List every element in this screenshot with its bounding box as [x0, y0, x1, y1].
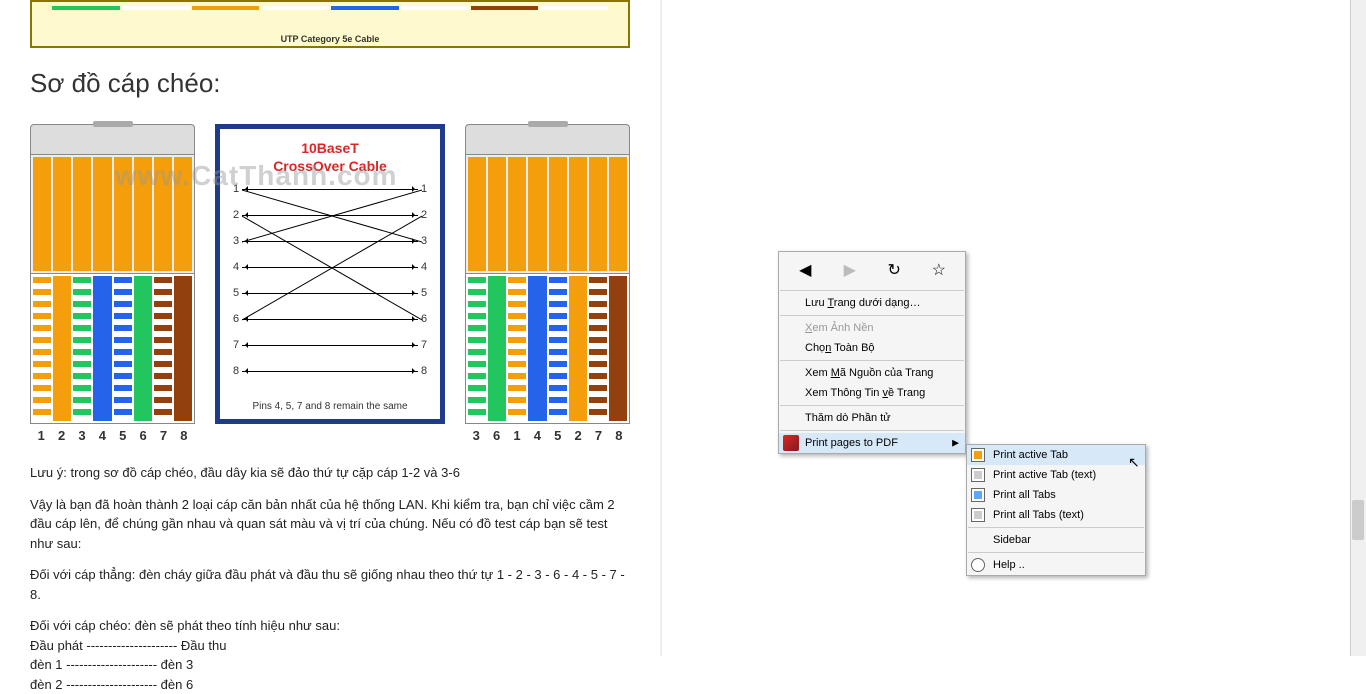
- nav-back-icon[interactable]: ◀: [783, 258, 828, 282]
- menu-select-all[interactable]: Chọn Toàn Bộ: [779, 338, 965, 358]
- book-icon: [783, 435, 799, 451]
- page-text-icon: [971, 468, 985, 482]
- menu-view-info[interactable]: Xem Thông Tin về Trang: [779, 383, 965, 403]
- submenu-print-all-tabs-text[interactable]: Print all Tabs (text): [967, 505, 1145, 525]
- print-pdf-submenu: Print active Tab Print active Tab (text)…: [966, 444, 1146, 576]
- mouse-cursor-icon: ↖: [1128, 454, 1140, 471]
- crossover-diagram-row: 12345678 10BaseTCrossOver Cable 11 22 33…: [30, 124, 630, 443]
- submenu-print-active-tab-text[interactable]: Print active Tab (text): [967, 465, 1145, 485]
- submenu-arrow-icon: ▶: [952, 438, 959, 449]
- crossover-schematic: 10BaseTCrossOver Cable 11 22 33 44 55 66…: [215, 124, 445, 424]
- menu-inspect-element[interactable]: Thăm dò Phần tử: [779, 408, 965, 428]
- submenu-print-all-tabs[interactable]: Print all Tabs: [967, 485, 1145, 505]
- page-content: Sơ đồ cáp chéo: www.CatThanh.com 1234567…: [0, 0, 660, 694]
- pages-text-icon: [971, 508, 985, 522]
- pages-icon: [971, 488, 985, 502]
- help-icon: ?: [971, 558, 985, 572]
- submenu-help[interactable]: ?Help ..: [967, 555, 1145, 575]
- menu-view-background: Xem Ảnh Nền: [779, 318, 965, 338]
- vertical-scrollbar[interactable]: [1350, 0, 1366, 656]
- section-heading: Sơ đồ cáp chéo:: [30, 68, 630, 99]
- nav-bookmark-icon[interactable]: ☆: [917, 258, 962, 282]
- rj45-right: 36145278: [465, 124, 630, 443]
- utp-banner: [30, 0, 630, 48]
- menu-print-pdf[interactable]: Print pages to PDF▶: [779, 433, 965, 453]
- menu-save-as[interactable]: Lưu Trang dưới dạng…: [779, 293, 965, 313]
- article-text: Lưu ý: trong sơ đồ cáp chéo, đầu dây kia…: [30, 463, 630, 694]
- scrollbar-thumb[interactable]: [1352, 500, 1364, 540]
- page-orange-icon: [971, 448, 985, 462]
- vertical-divider: [660, 0, 662, 656]
- menu-view-source[interactable]: Xem Mã Nguồn của Trang: [779, 363, 965, 383]
- submenu-print-active-tab[interactable]: Print active Tab: [967, 445, 1145, 465]
- rj45-left: 12345678: [30, 124, 195, 443]
- context-menu: ◀ ▶ ↻ ☆ Lưu Trang dưới dạng… Xem Ảnh Nền…: [778, 251, 966, 454]
- nav-forward-icon: ▶: [828, 258, 873, 282]
- submenu-sidebar[interactable]: Sidebar: [967, 530, 1145, 550]
- nav-reload-icon[interactable]: ↻: [872, 258, 917, 282]
